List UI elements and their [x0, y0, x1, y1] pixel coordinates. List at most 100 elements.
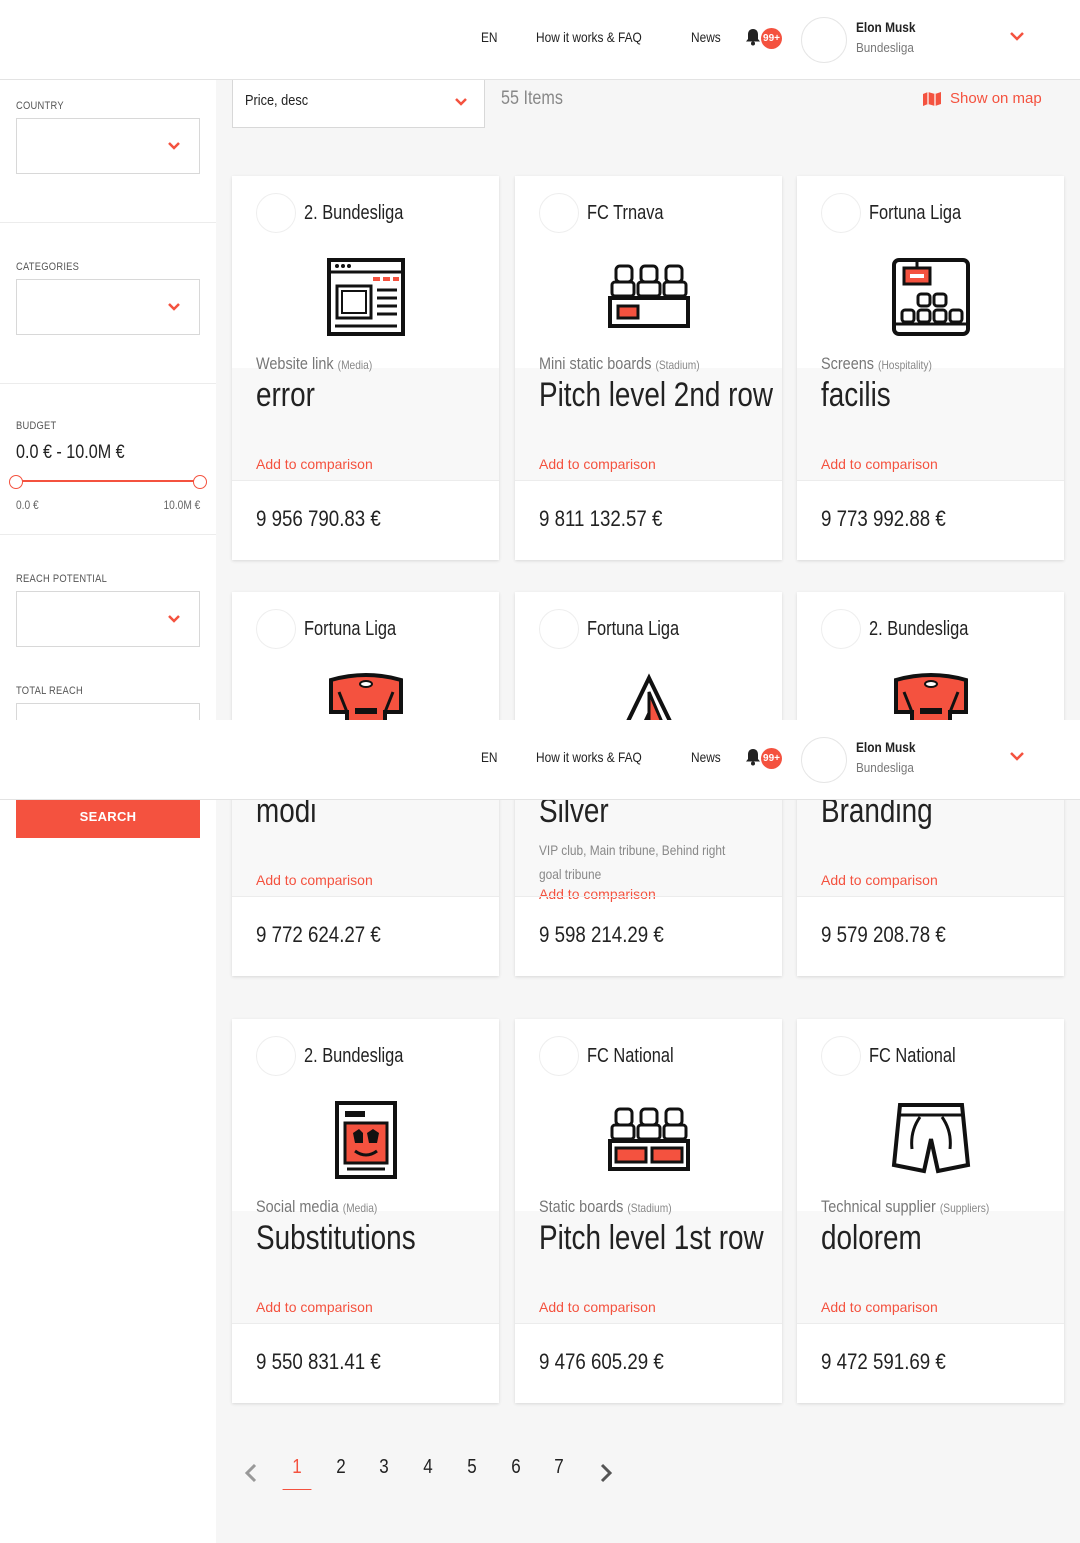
user-name[interactable]: Elon Musk: [856, 739, 916, 755]
add-to-comparison-link[interactable]: Add to comparison: [539, 1299, 656, 1315]
language-switch[interactable]: EN: [481, 749, 498, 765]
club-logo: [539, 609, 579, 649]
add-to-comparison-link[interactable]: Add to comparison: [539, 886, 656, 902]
reach-potential-label: REACH POTENTIAL: [16, 573, 108, 585]
reach-potential-select[interactable]: [16, 591, 200, 647]
top-header: EN How it works & FAQ News 99+ Elon Musk…: [0, 0, 1080, 80]
bell-icon[interactable]: [744, 748, 762, 766]
card-category-group: (Stadium): [655, 358, 700, 372]
budget-max-label: 10.0M €: [163, 498, 200, 512]
card-title[interactable]: dolorem: [821, 1219, 922, 1258]
card-title[interactable]: error: [256, 376, 315, 415]
sort-value: Price, desc: [245, 92, 309, 109]
page-5-link[interactable]: 5: [458, 1456, 487, 1479]
card-category-group: (Stadium): [627, 1201, 672, 1215]
offer-card[interactable]: Fortuna Liga Screens (Hospitality) facilis…: [797, 176, 1064, 560]
divider: [515, 480, 782, 481]
page-6-link[interactable]: 6: [502, 1456, 531, 1479]
chevron-down-icon: [168, 615, 180, 623]
chevron-down-icon[interactable]: [1008, 750, 1026, 764]
nav-news-link[interactable]: News: [691, 749, 721, 765]
item-count: 55 Items: [501, 88, 563, 109]
club-logo: [539, 1036, 579, 1076]
card-title[interactable]: Substitutions: [256, 1219, 416, 1258]
page-3-link[interactable]: 3: [370, 1456, 399, 1479]
user-avatar[interactable]: [801, 17, 847, 63]
map-icon: [923, 91, 941, 106]
chevron-down-icon: [455, 98, 467, 106]
chevron-down-icon[interactable]: [1008, 30, 1026, 44]
offer-card[interactable]: FC National Technical supplier (Suppliers…: [797, 1019, 1064, 1403]
offer-card[interactable]: FC National Static boards (Stadium) Pitch …: [515, 1019, 782, 1403]
card-price: 9 772 624.27 €: [256, 922, 381, 947]
card-league: 2. Bundesliga: [304, 202, 404, 224]
card-category: Static boards (Stadium): [539, 1197, 672, 1217]
card-price: 9 956 790.83 €: [256, 506, 381, 531]
categories-select[interactable]: [16, 279, 200, 335]
card-category-group: (Media): [337, 358, 373, 372]
card-league: Fortuna Liga: [304, 618, 397, 640]
nav-news-link[interactable]: News: [691, 29, 721, 45]
budget-min-label: 0.0 €: [16, 498, 39, 512]
card-title[interactable]: Pitch level 1st row: [539, 1219, 764, 1258]
card-category-name: Website link: [256, 354, 334, 373]
card-price: 9 773 992.88 €: [821, 506, 946, 531]
user-avatar[interactable]: [801, 737, 847, 783]
card-title[interactable]: Pitch level 2nd row: [539, 376, 773, 415]
offer-card[interactable]: 2. Bundesliga Social media (Media) Substit…: [232, 1019, 499, 1403]
sticky-header: EN How it works & FAQ News 99+ Elon Musk…: [0, 720, 1080, 800]
prev-page-icon[interactable]: [244, 1463, 258, 1483]
divider: [797, 480, 1064, 481]
add-to-comparison-link[interactable]: Add to comparison: [256, 456, 373, 472]
bell-icon[interactable]: [744, 28, 762, 46]
card-league: FC National: [587, 1045, 674, 1067]
nav-faq-link[interactable]: How it works & FAQ: [536, 749, 642, 765]
country-select[interactable]: [16, 118, 200, 174]
search-button[interactable]: SEARCH: [16, 794, 200, 838]
page-7-link[interactable]: 7: [545, 1456, 574, 1479]
language-switch[interactable]: EN: [481, 29, 498, 45]
sort-select[interactable]: Price, desc: [232, 78, 485, 128]
user-name[interactable]: Elon Musk: [856, 19, 916, 35]
divider: [797, 896, 1064, 897]
club-logo: [256, 609, 296, 649]
add-to-comparison-link[interactable]: Add to comparison: [256, 1299, 373, 1315]
card-league: 2. Bundesliga: [304, 1045, 404, 1067]
total-reach-label: TOTAL REACH: [16, 685, 84, 697]
page-4-link[interactable]: 4: [414, 1456, 443, 1479]
card-category: Technical supplier (Suppliers): [821, 1197, 989, 1217]
add-to-comparison-link[interactable]: Add to comparison: [821, 1299, 938, 1315]
offer-card[interactable]: FC Trnava Mini static boards (Stadium) Pit…: [515, 176, 782, 560]
chevron-down-icon: [168, 303, 180, 311]
budget-slider-max-handle[interactable]: [193, 475, 207, 489]
card-category: Screens (Hospitality): [821, 354, 932, 374]
club-logo: [256, 1036, 296, 1076]
budget-slider-min-handle[interactable]: [9, 475, 23, 489]
budget-slider-track[interactable]: [16, 480, 200, 482]
card-category-name: Screens: [821, 354, 875, 373]
card-category-group: (Suppliers): [939, 1201, 990, 1215]
add-to-comparison-link[interactable]: Add to comparison: [821, 456, 938, 472]
budget-value: 0.0 € - 10.0M €: [16, 442, 125, 463]
card-description: VIP club, Main tribune, Behind right goa…: [539, 842, 726, 882]
add-to-comparison-link[interactable]: Add to comparison: [539, 456, 656, 472]
budget-label: BUDGET: [16, 420, 57, 432]
divider: [0, 383, 216, 384]
user-league: Bundesliga: [856, 760, 914, 775]
screen-seats-icon: [892, 258, 970, 336]
next-page-icon[interactable]: [599, 1463, 613, 1483]
page-2-link[interactable]: 2: [327, 1456, 356, 1479]
add-to-comparison-link[interactable]: Add to comparison: [256, 872, 373, 888]
add-to-comparison-link[interactable]: Add to comparison: [821, 872, 938, 888]
page-1-link[interactable]: 1: [282, 1456, 312, 1490]
divider: [232, 1323, 499, 1324]
notification-badge: 99+: [761, 28, 782, 49]
card-league: Fortuna Liga: [869, 202, 962, 224]
club-logo: [256, 193, 296, 233]
club-logo: [821, 1036, 861, 1076]
offer-card[interactable]: 2. Bundesliga Website link (Media) error Ad…: [232, 176, 499, 560]
show-on-map-link[interactable]: Show on map: [922, 90, 1042, 107]
card-title[interactable]: facilis: [821, 376, 891, 415]
nav-faq-link[interactable]: How it works & FAQ: [536, 29, 642, 45]
stadium-boards-icon: [608, 1107, 690, 1171]
